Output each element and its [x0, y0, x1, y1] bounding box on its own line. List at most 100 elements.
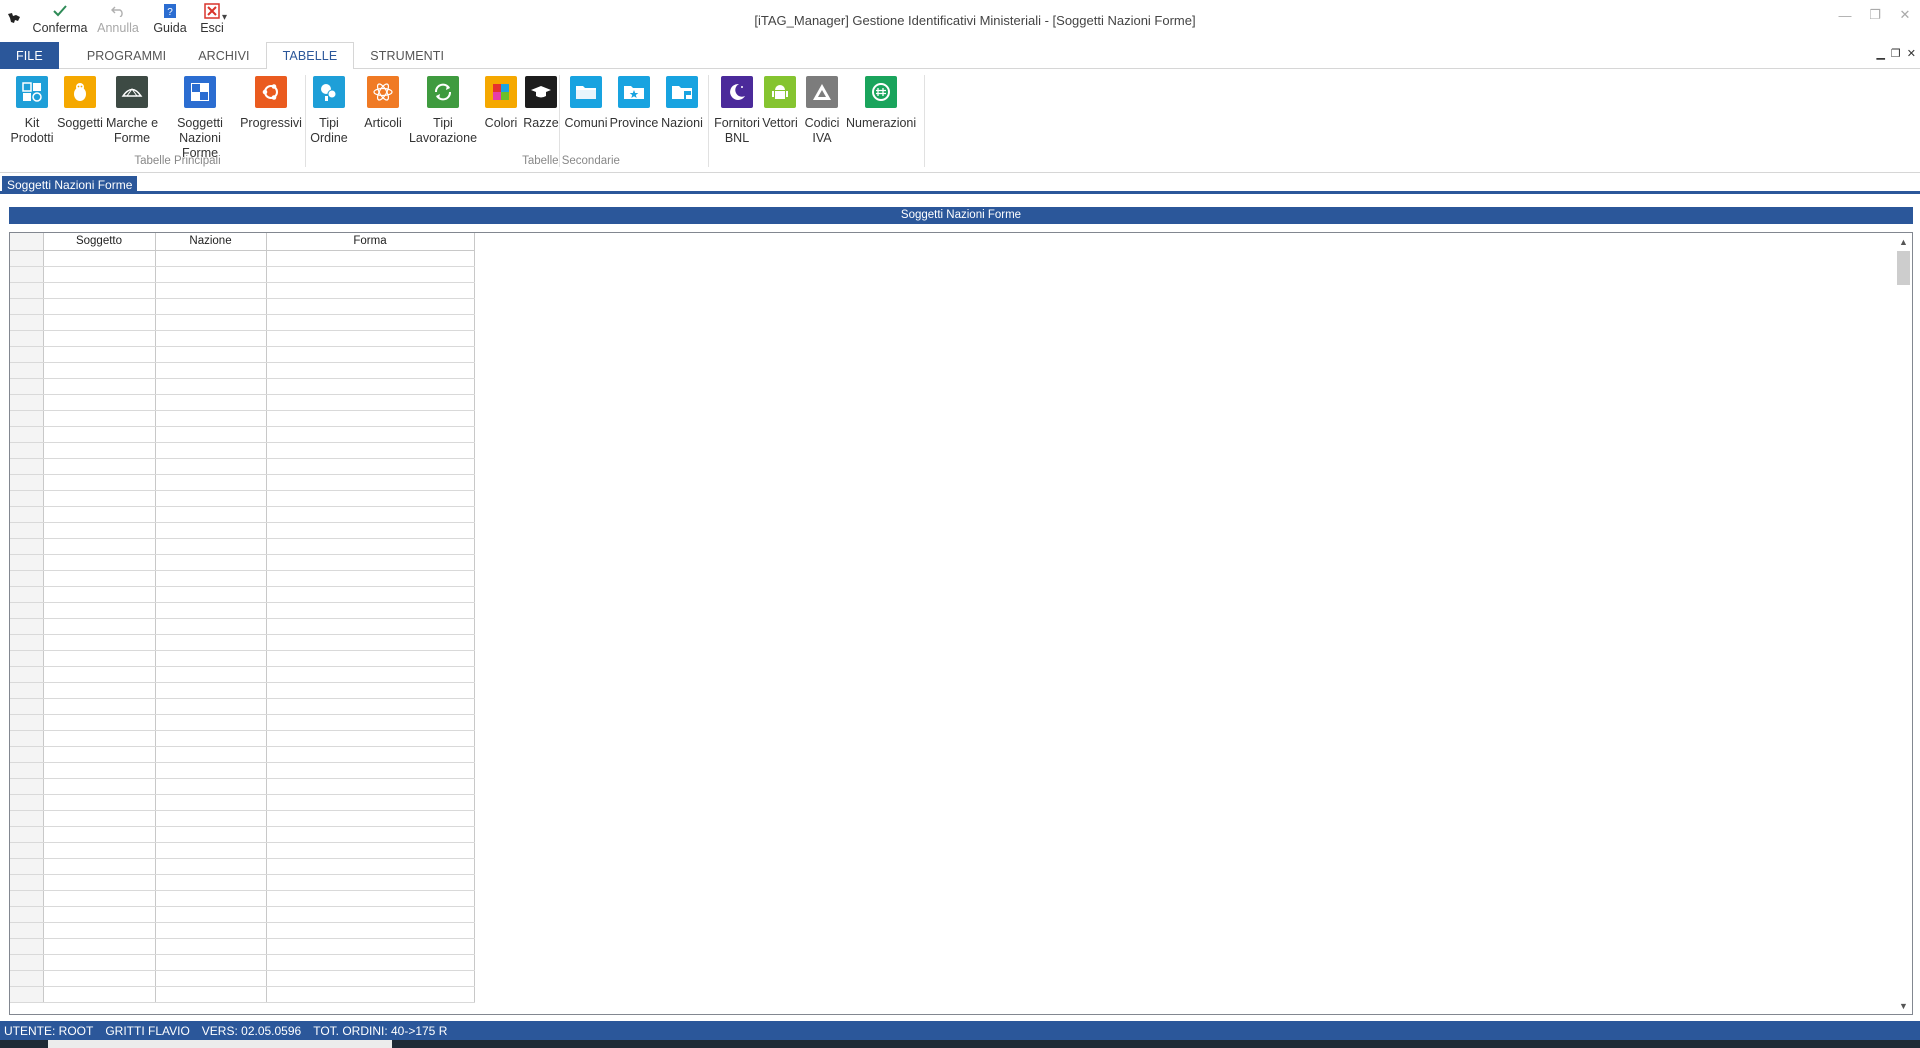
- restore-icon[interactable]: ❐: [1860, 0, 1890, 30]
- row-header-cell[interactable]: [10, 554, 44, 571]
- fornitori-bnl-button[interactable]: Fornitori BNL: [712, 73, 762, 146]
- grid-cell[interactable]: [155, 698, 267, 715]
- row-header-cell[interactable]: [10, 666, 44, 683]
- grid-cell[interactable]: [266, 666, 475, 683]
- grid-cell[interactable]: [155, 762, 267, 779]
- grid-cell[interactable]: [155, 362, 267, 379]
- table-row[interactable]: [10, 874, 475, 891]
- table-row[interactable]: [10, 762, 475, 779]
- grid-cell[interactable]: [266, 378, 475, 395]
- grid-cell[interactable]: [43, 442, 156, 459]
- table-row[interactable]: [10, 490, 475, 507]
- tab-archivi[interactable]: ARCHIVI: [182, 42, 265, 69]
- grid-cell[interactable]: [266, 250, 475, 267]
- row-header-cell[interactable]: [10, 378, 44, 395]
- row-header-cell[interactable]: [10, 330, 44, 347]
- grid-cell[interactable]: [43, 554, 156, 571]
- grid-cell[interactable]: [155, 906, 267, 923]
- row-header-cell[interactable]: [10, 490, 44, 507]
- table-row[interactable]: [10, 810, 475, 827]
- scroll-thumb[interactable]: [1897, 251, 1910, 285]
- row-header-cell[interactable]: [10, 826, 44, 843]
- grid-cell[interactable]: [266, 442, 475, 459]
- column-header-forma[interactable]: Forma: [266, 233, 475, 251]
- grid-cell[interactable]: [266, 426, 475, 443]
- table-row[interactable]: [10, 394, 475, 411]
- table-row[interactable]: [10, 698, 475, 715]
- table-row[interactable]: [10, 330, 475, 347]
- grid-cell[interactable]: [155, 554, 267, 571]
- row-header-cell[interactable]: [10, 314, 44, 331]
- close-icon[interactable]: ✕: [1890, 0, 1920, 30]
- grid-cell[interactable]: [155, 778, 267, 795]
- grid-cell[interactable]: [43, 794, 156, 811]
- row-header-cell[interactable]: [10, 522, 44, 539]
- grid-cell[interactable]: [43, 762, 156, 779]
- grid-cell[interactable]: [155, 410, 267, 427]
- grid-cell[interactable]: [155, 682, 267, 699]
- table-row[interactable]: [10, 362, 475, 379]
- table-row[interactable]: [10, 826, 475, 843]
- grid-cell[interactable]: [155, 570, 267, 587]
- table-row[interactable]: [10, 794, 475, 811]
- grid-cell[interactable]: [43, 506, 156, 523]
- grid-cell[interactable]: [266, 522, 475, 539]
- document-tab[interactable]: Soggetti Nazioni Forme: [2, 176, 138, 194]
- row-header-cell[interactable]: [10, 874, 44, 891]
- table-row[interactable]: [10, 474, 475, 491]
- grid-cell[interactable]: [266, 794, 475, 811]
- grid-cell[interactable]: [155, 826, 267, 843]
- grid-cell[interactable]: [155, 490, 267, 507]
- row-header-cell[interactable]: [10, 970, 44, 987]
- row-header-cell[interactable]: [10, 938, 44, 955]
- grid-cell[interactable]: [266, 730, 475, 747]
- table-row[interactable]: [10, 266, 475, 283]
- grid-cell[interactable]: [155, 746, 267, 763]
- grid-cell[interactable]: [155, 330, 267, 347]
- grid-cell[interactable]: [43, 522, 156, 539]
- grid-cell[interactable]: [43, 330, 156, 347]
- grid-cell[interactable]: [43, 378, 156, 395]
- tipi-lavorazione-button[interactable]: Tipi Lavorazione: [408, 73, 478, 146]
- kit-prodotti-button[interactable]: Kit Prodotti: [8, 73, 56, 146]
- grid-cell[interactable]: [266, 714, 475, 731]
- table-row[interactable]: [10, 778, 475, 795]
- table-row[interactable]: [10, 666, 475, 683]
- row-header-cell[interactable]: [10, 810, 44, 827]
- table-row[interactable]: [10, 378, 475, 395]
- row-header-cell[interactable]: [10, 570, 44, 587]
- grid-cell[interactable]: [266, 410, 475, 427]
- grid-cell[interactable]: [43, 682, 156, 699]
- grid-cell[interactable]: [266, 890, 475, 907]
- row-header-cell[interactable]: [10, 858, 44, 875]
- grid-cell[interactable]: [43, 810, 156, 827]
- grid-cell[interactable]: [43, 874, 156, 891]
- table-row[interactable]: [10, 522, 475, 539]
- grid-cell[interactable]: [155, 346, 267, 363]
- grid-cell[interactable]: [43, 394, 156, 411]
- grid-cell[interactable]: [155, 378, 267, 395]
- table-row[interactable]: [10, 730, 475, 747]
- grid-cell[interactable]: [155, 890, 267, 907]
- grid-cell[interactable]: [43, 314, 156, 331]
- row-header-cell[interactable]: [10, 746, 44, 763]
- grid-cell[interactable]: [155, 538, 267, 555]
- grid-cell[interactable]: [155, 426, 267, 443]
- data-grid[interactable]: Soggetto Nazione Forma ▲ ▼: [9, 232, 1913, 1015]
- row-header-cell[interactable]: [10, 346, 44, 363]
- mdi-close-icon[interactable]: ✕: [1907, 47, 1916, 60]
- grid-cell[interactable]: [266, 394, 475, 411]
- table-row[interactable]: [10, 426, 475, 443]
- grid-cell[interactable]: [43, 890, 156, 907]
- row-header-corner[interactable]: [10, 233, 44, 251]
- grid-cell[interactable]: [155, 522, 267, 539]
- scroll-up-icon[interactable]: ▲: [1895, 233, 1912, 250]
- grid-cell[interactable]: [266, 746, 475, 763]
- row-header-cell[interactable]: [10, 842, 44, 859]
- grid-cell[interactable]: [155, 810, 267, 827]
- grid-cell[interactable]: [266, 330, 475, 347]
- tab-tabelle[interactable]: TABELLE: [265, 42, 355, 70]
- row-header-cell[interactable]: [10, 730, 44, 747]
- table-row[interactable]: [10, 538, 475, 555]
- grid-cell[interactable]: [266, 490, 475, 507]
